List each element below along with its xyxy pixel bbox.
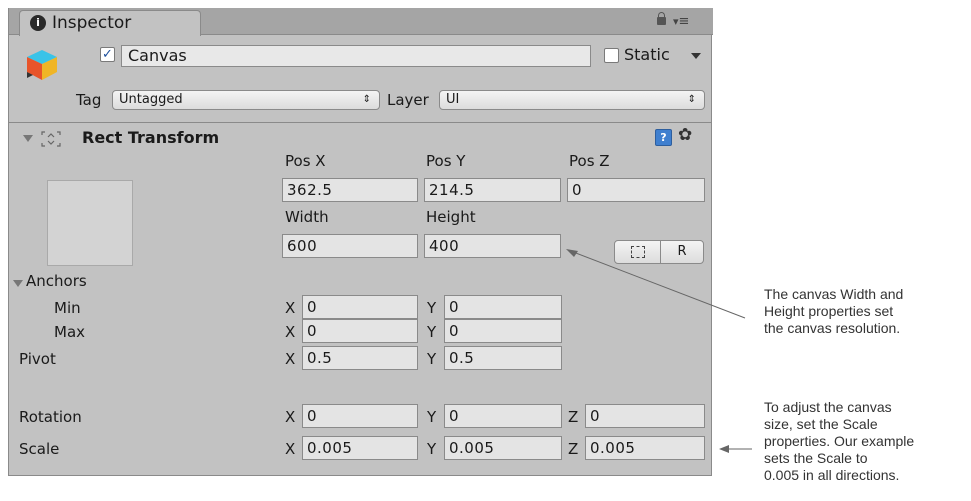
annotation-line: Height properties set [764,303,894,319]
annotation-line: The canvas Width and [764,286,904,302]
resolution-annotation: The canvas Width and Height properties s… [764,286,964,337]
scale-arrowhead [719,445,729,453]
annotation-line: To adjust the canvas [764,399,892,415]
resolution-arrowhead [566,249,578,257]
scale-annotation: To adjust the canvas size, set the Scale… [764,399,969,484]
annotation-line: 0.005 in all directions. [764,467,900,483]
annotation-line: size, set the Scale [764,416,878,432]
annotation-line: properties. Our example [764,433,915,449]
annotation-line: sets the Scale to [764,450,868,466]
resolution-leader-line [567,249,746,319]
annotation-line: the canvas resolution. [764,320,901,336]
